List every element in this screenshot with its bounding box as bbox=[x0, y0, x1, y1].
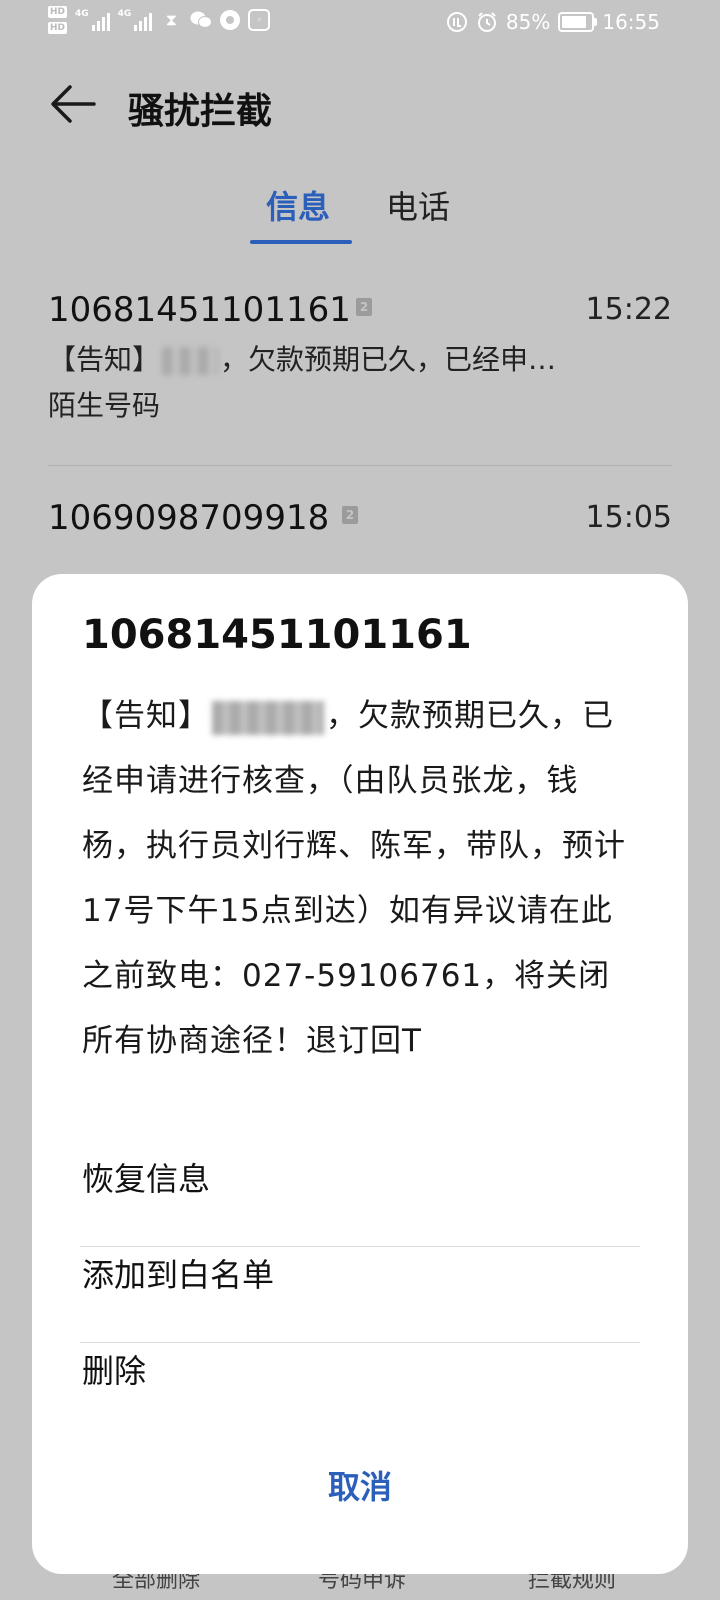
app-notification-icon bbox=[220, 10, 241, 30]
option-divider bbox=[80, 1342, 640, 1343]
arrow-left-icon bbox=[51, 85, 96, 123]
option-divider bbox=[80, 1246, 640, 1247]
data-saver-icon bbox=[446, 11, 468, 33]
app-box-icon: ◦ bbox=[248, 9, 271, 31]
sender-number: 10681451101161 bbox=[48, 290, 351, 330]
sender-number: 1069098709918 bbox=[48, 498, 330, 538]
sim-badge-icon: 2 bbox=[342, 506, 358, 524]
active-tab-indicator bbox=[250, 240, 352, 244]
signal-icon: 4G bbox=[75, 9, 110, 31]
list-divider bbox=[48, 465, 672, 466]
tab-bar: 信息 电话 bbox=[0, 182, 720, 252]
status-bar: HD HD 4G 4G ⧗ ◦ 85% 16:55 bbox=[0, 0, 720, 48]
message-preview: 【告知】 ，欠款预期已久，已经申… bbox=[48, 343, 557, 376]
dialog-message-body: 【告知】 ，欠款预期已久，已经申请进行核查，（由队员张龙，钱杨，执行员刘行辉、陈军… bbox=[82, 698, 626, 1059]
wechat-icon bbox=[190, 9, 213, 31]
message-time: 15:22 bbox=[585, 292, 672, 327]
add-to-whitelist-button[interactable]: 添加到白名单 bbox=[82, 1250, 638, 1296]
message-time: 15:05 bbox=[585, 500, 672, 535]
battery-percent: 85% bbox=[505, 10, 551, 34]
redacted-text bbox=[212, 700, 324, 735]
back-button[interactable] bbox=[50, 84, 96, 124]
signal-icon-2: 4G bbox=[118, 9, 153, 31]
redacted-text bbox=[162, 347, 219, 375]
clock: 16:55 bbox=[602, 10, 660, 34]
hd-indicator: HD HD bbox=[48, 6, 68, 34]
app-header: 骚扰拦截 bbox=[0, 70, 720, 140]
tab-messages[interactable]: 信息 bbox=[266, 182, 330, 228]
page-title: 骚扰拦截 bbox=[128, 91, 273, 132]
list-item[interactable]: 1069098709918 2 15:05 bbox=[48, 498, 672, 558]
battery-icon bbox=[558, 12, 598, 32]
dialog-title: 10681451101161 bbox=[82, 612, 472, 658]
message-detail-dialog: 10681451101161 【告知】 ，欠款预期已久，已经申请进行核查，（由队员… bbox=[32, 574, 688, 1574]
tab-calls[interactable]: 电话 bbox=[386, 182, 450, 228]
restore-message-button[interactable]: 恢复信息 bbox=[82, 1154, 638, 1200]
message-subtitle: 陌生号码 bbox=[48, 389, 161, 422]
list-item[interactable]: 10681451101161 2 15:22 【告知】 ，欠款预期已久，已经申… … bbox=[48, 290, 672, 430]
alarm-icon bbox=[476, 11, 498, 33]
cancel-button[interactable]: 取消 bbox=[32, 1462, 688, 1508]
delete-button[interactable]: 删除 bbox=[82, 1346, 638, 1392]
hourglass-icon: ⧗ bbox=[165, 10, 177, 29]
sim-badge-icon: 2 bbox=[356, 298, 372, 316]
